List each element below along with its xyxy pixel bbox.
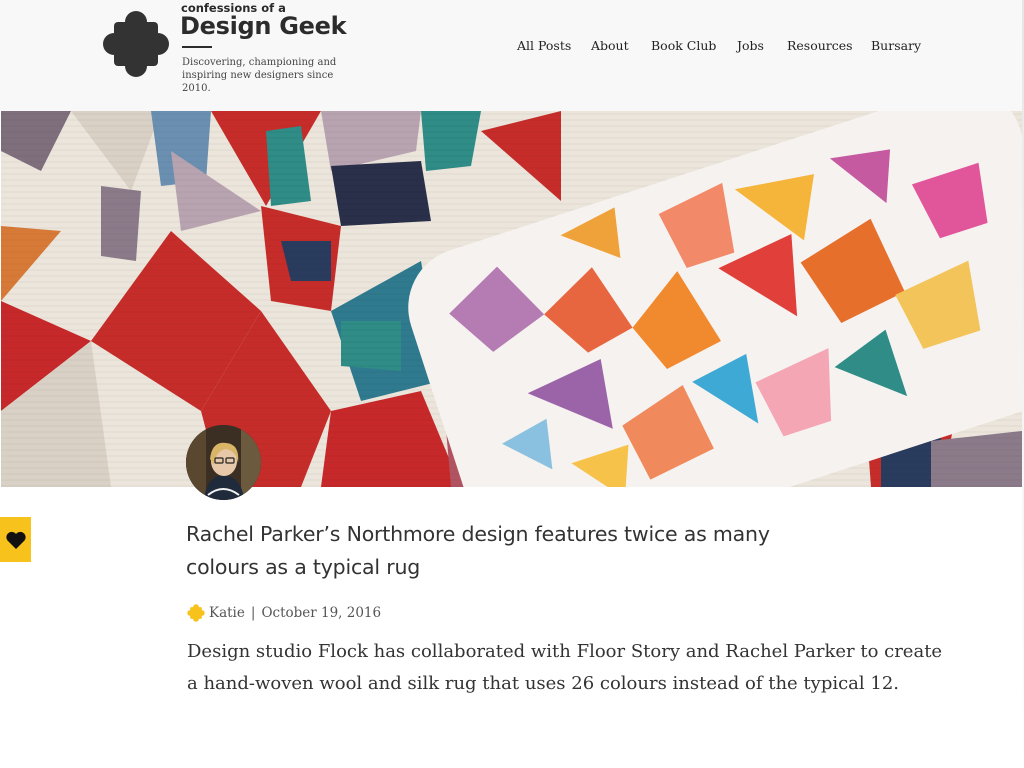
author-photo [186,425,261,500]
site-header: confessions of a Design Geek Discovering… [0,0,1022,111]
heart-icon [5,531,26,549]
logo-title[interactable]: Design Geek [180,12,347,40]
cross-logo-icon [187,604,205,622]
rug-and-cushion-illustration [1,111,1022,487]
post-date: October 19, 2016 [261,605,382,621]
post-excerpt: Design studio Flock has collaborated wit… [187,641,943,694]
nav-about[interactable]: About [591,38,629,53]
tagline-line-2: inspiring new designers since 2010. [182,70,334,94]
nav-book-club[interactable]: Book Club [651,38,716,53]
nav-bursary[interactable]: Bursary [871,38,921,53]
post-meta: Katie | October 19, 2016 [187,602,381,624]
main-nav: All Posts About Book Club Jobs Resources… [0,38,1024,56]
hero-image[interactable] [1,111,1022,487]
nav-resources[interactable]: Resources [787,38,853,53]
post-title[interactable]: Rachel Parker’s Northmore design feature… [186,518,806,584]
nav-jobs[interactable]: Jobs [737,38,764,53]
meta-separator: | [250,605,256,621]
author-avatar[interactable] [186,425,261,500]
nav-all-posts[interactable]: All Posts [517,38,571,53]
post-author[interactable]: Katie [209,605,245,621]
favorite-tab[interactable] [0,517,31,562]
tagline-line-1: Discovering, championing and [182,57,337,68]
site-tagline: Discovering, championing and inspiring n… [182,56,357,95]
